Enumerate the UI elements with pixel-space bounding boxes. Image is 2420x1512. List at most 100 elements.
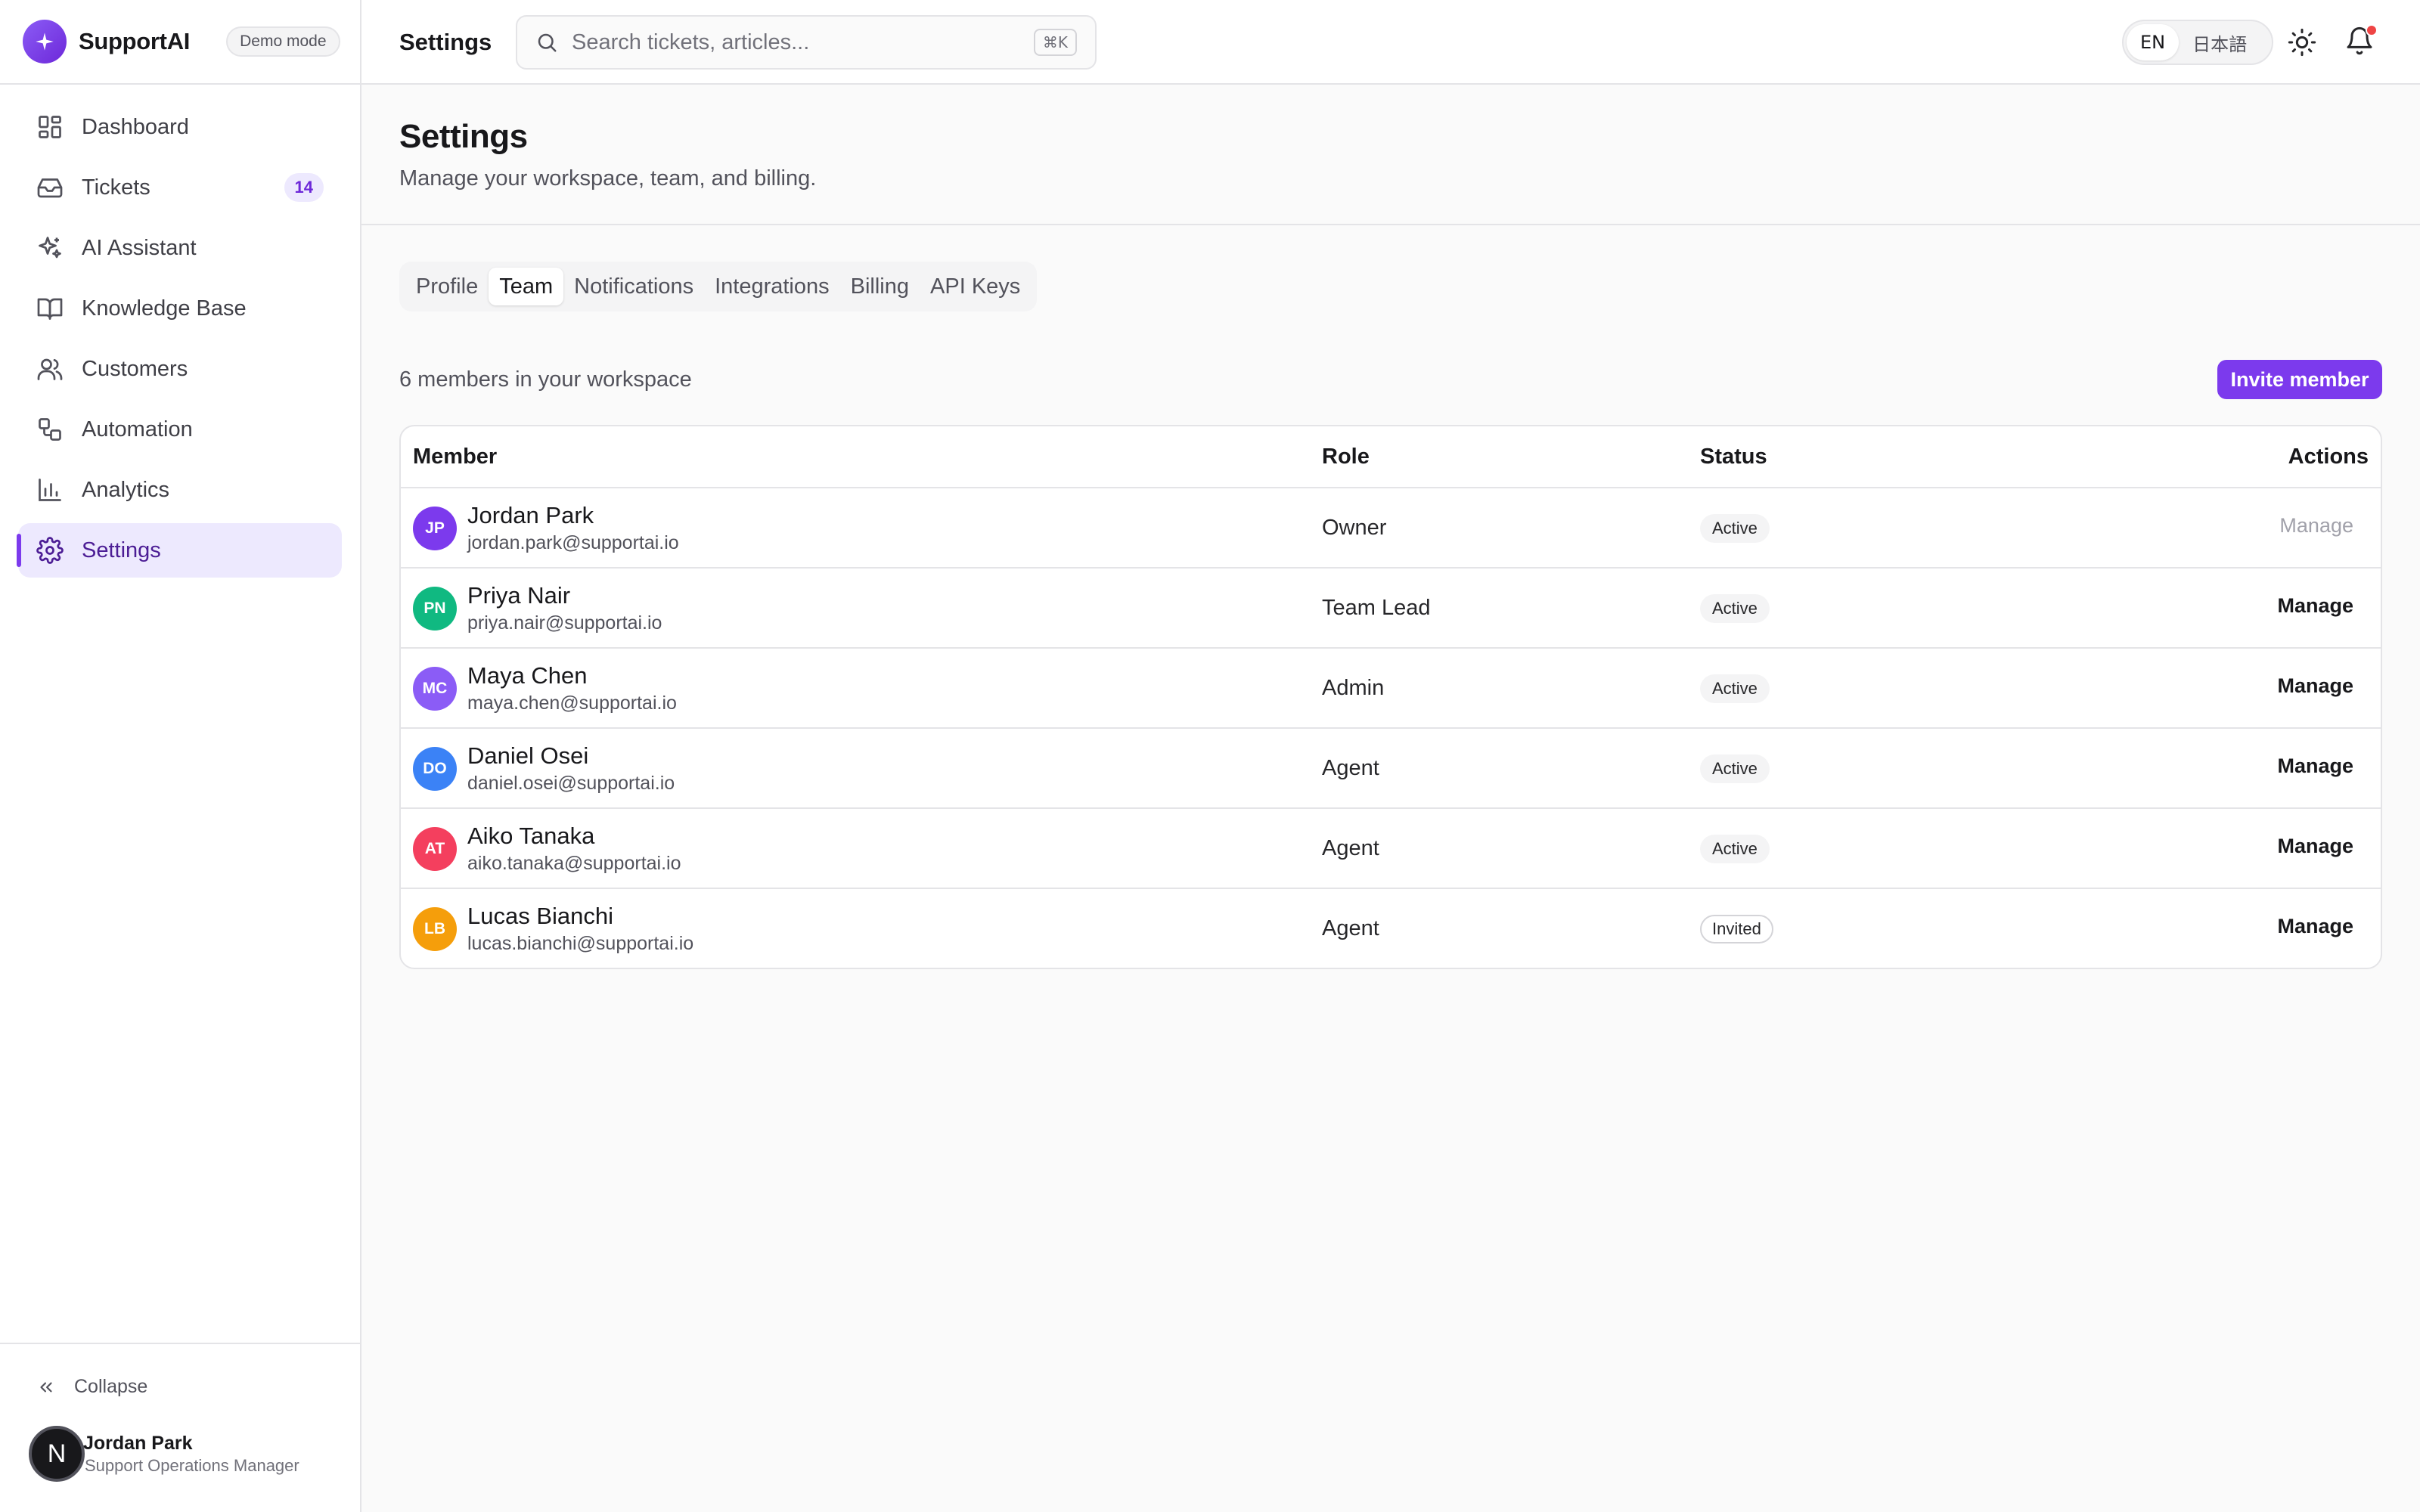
notifications-button[interactable] [2344, 24, 2378, 56]
member-role: Admin [1322, 676, 1385, 700]
tab-billing[interactable]: Billing [840, 268, 920, 305]
member-email: daniel.osei@supportai.io [467, 773, 675, 794]
status-badge: Active [1700, 594, 1770, 623]
user-info: Jordan Park Support Operations Manager [83, 1432, 299, 1476]
top-bar-title: Settings [399, 29, 492, 55]
status-badge: Active [1700, 754, 1770, 783]
sidebar-footer: Collapse N Jordan Park Support Operation… [0, 1343, 360, 1512]
gear-icon [36, 537, 64, 564]
language-option-ja[interactable]: 日本語 [2179, 24, 2260, 60]
sparkles-icon [36, 234, 64, 262]
table-row: PN Priya Nair priya.nair@supportai.io Te… [401, 569, 2381, 649]
dashboard-icon [36, 113, 64, 141]
sidebar-item-label: Customers [82, 356, 188, 381]
status-badge: Active [1700, 674, 1770, 703]
member-name: Daniel Osei [467, 742, 589, 769]
avatar: JP [413, 507, 457, 550]
sidebar-item-dashboard[interactable]: Dashboard [18, 100, 342, 154]
workflow-icon [36, 416, 64, 443]
sidebar-item-label: Tickets [82, 175, 150, 200]
avatar: PN [413, 587, 457, 631]
tab-notifications[interactable]: Notifications [563, 268, 704, 305]
avatar: AT [413, 827, 457, 871]
users-icon [36, 355, 64, 383]
table-header: Member Role Status Actions [401, 426, 2381, 488]
member-email: maya.chen@supportai.io [467, 692, 677, 714]
member-name: Priya Nair [467, 582, 571, 609]
column-header-actions: Actions [2288, 445, 2369, 469]
sidebar-item-knowledge-base[interactable]: Knowledge Base [18, 281, 342, 336]
search-input[interactable] [572, 29, 1010, 55]
member-email: aiko.tanaka@supportai.io [467, 853, 681, 874]
column-header-member: Member [413, 445, 498, 469]
member-role: Agent [1322, 916, 1379, 940]
sidebar-item-label: Analytics [82, 477, 170, 502]
member-email: priya.nair@supportai.io [467, 612, 662, 634]
tab-team[interactable]: Team [489, 268, 564, 305]
manage-button[interactable]: Manage [2277, 754, 2353, 778]
sidebar-item-label: Settings [82, 538, 161, 562]
members-table: Member Role Status Actions JP Jordan Par… [399, 425, 2382, 969]
language-option-en[interactable]: EN [2127, 24, 2180, 60]
sidebar-item-ai-assistant[interactable]: AI Assistant [18, 221, 342, 275]
user-name: Jordan Park [83, 1432, 193, 1454]
sidebar-item-customers[interactable]: Customers [18, 342, 342, 396]
tickets-count-badge: 14 [284, 173, 324, 202]
tab-integrations[interactable]: Integrations [704, 268, 840, 305]
sidebar-item-label: AI Assistant [82, 235, 197, 260]
tab-profile[interactable]: Profile [405, 268, 489, 305]
avatar: MC [413, 667, 457, 711]
member-email: jordan.park@supportai.io [467, 532, 679, 553]
manage-button[interactable]: Manage [2277, 915, 2353, 938]
sidebar-item-label: Dashboard [82, 114, 189, 139]
member-name: Maya Chen [467, 662, 588, 689]
column-header-status: Status [1700, 445, 1767, 469]
member-role: Agent [1322, 836, 1379, 860]
sidebar: SupportAI Demo mode Dashboard Tickets 14… [0, 0, 361, 1512]
search-box[interactable]: ⌘K [516, 15, 1097, 70]
status-badge: Active [1700, 835, 1770, 863]
inbox-icon [36, 174, 64, 201]
status-badge: Invited [1700, 915, 1773, 943]
language-switcher: EN 日本語 [2122, 20, 2273, 65]
sidebar-item-label: Automation [82, 417, 193, 442]
sidebar-item-label: Knowledge Base [82, 296, 247, 321]
member-name: Lucas Bianchi [467, 903, 614, 929]
manage-button: Manage [2279, 514, 2353, 537]
user-role: Support Operations Manager [85, 1455, 299, 1475]
bar-chart-icon [36, 476, 64, 503]
search-icon [535, 31, 558, 54]
invite-member-button[interactable]: Invite member [2217, 360, 2382, 399]
avatar: DO [413, 747, 457, 791]
table-row: LB Lucas Bianchi lucas.bianchi@supportai… [401, 889, 2381, 968]
page-title: Settings [399, 118, 528, 155]
user-profile[interactable]: N Jordan Park Support Operations Manager [29, 1426, 299, 1482]
member-name: Aiko Tanaka [467, 823, 595, 849]
sidebar-item-tickets[interactable]: Tickets 14 [18, 160, 342, 215]
members-count: 6 members in your workspace [399, 367, 692, 392]
avatar: LB [413, 907, 457, 951]
manage-button[interactable]: Manage [2277, 835, 2353, 858]
table-row: DO Daniel Osei daniel.osei@supportai.io … [401, 729, 2381, 809]
theme-toggle-button[interactable] [2287, 27, 2317, 57]
tab-api-keys[interactable]: API Keys [920, 268, 1031, 305]
notification-dot [2366, 24, 2378, 36]
search-shortcut-hint: ⌘K [1033, 29, 1077, 56]
sparkle-logo-icon[interactable] [23, 20, 67, 64]
top-bar: Settings ⌘K EN 日本語 [361, 0, 2420, 85]
table-row: JP Jordan Park jordan.park@supportai.io … [401, 488, 2381, 569]
sidebar-item-automation[interactable]: Automation [18, 402, 342, 457]
sun-icon [2287, 27, 2317, 57]
settings-tabs: Profile Team Notifications Integrations … [399, 262, 1038, 311]
member-role: Owner [1322, 516, 1387, 540]
manage-button[interactable]: Manage [2277, 594, 2353, 618]
collapse-button[interactable]: Collapse [36, 1376, 147, 1398]
table-row: AT Aiko Tanaka aiko.tanaka@supportai.io … [401, 809, 2381, 889]
member-name: Jordan Park [467, 502, 594, 528]
sidebar-item-settings[interactable]: Settings [17, 523, 342, 578]
sidebar-nav: Dashboard Tickets 14 AI Assistant Knowle… [0, 85, 360, 578]
sidebar-item-analytics[interactable]: Analytics [18, 463, 342, 517]
manage-button[interactable]: Manage [2277, 674, 2353, 698]
member-role: Agent [1322, 756, 1379, 780]
chevrons-left-icon [36, 1377, 56, 1397]
